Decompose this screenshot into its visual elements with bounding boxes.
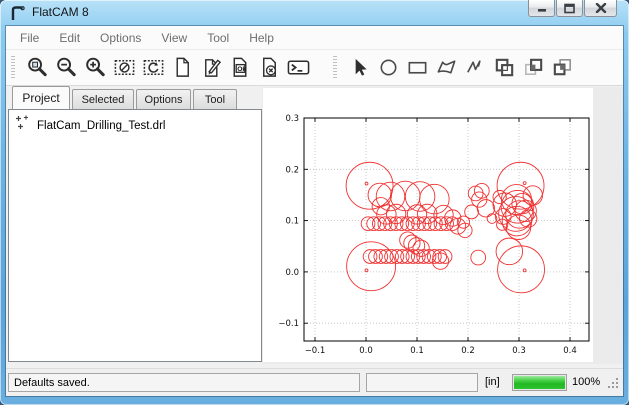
status-message-panel: Defaults saved. (8, 373, 360, 392)
zoom-fit-icon (26, 56, 49, 79)
drill-plot: −0.1 0.0 0.1 0.2 0.3 0.4 −0.1 0.0 0.1 0.2 0.3 (263, 88, 593, 362)
flatcam-logo-icon (9, 5, 27, 22)
draw-rectangle-icon (406, 56, 429, 79)
client-area: File Edit Options View Tool Help (6, 26, 623, 396)
menu-bar: File Edit Options View Tool Help (6, 26, 623, 50)
svg-text:0.0: 0.0 (359, 346, 373, 356)
polygon-union-icon (493, 56, 516, 79)
window-controls (528, 0, 617, 17)
new-geometry-button[interactable] (199, 54, 225, 82)
draw-rectangle-button[interactable] (405, 54, 431, 82)
clear-plot-button[interactable] (112, 54, 138, 82)
zoom-out-button[interactable] (54, 54, 80, 82)
zoom-in-icon (84, 56, 107, 79)
draw-polygon-button[interactable] (434, 54, 460, 82)
project-tree[interactable]: FlatCam_Drilling_Test.drl (8, 109, 262, 362)
svg-text:Ok: Ok (237, 66, 246, 73)
svg-text:−0.1: −0.1 (305, 346, 326, 356)
svg-text:0.1: 0.1 (285, 217, 299, 227)
drill-object-icon (15, 115, 31, 136)
delete-object-button[interactable] (257, 54, 283, 82)
polygon-union-button[interactable] (492, 54, 518, 82)
polygon-intersection-button[interactable] (521, 54, 547, 82)
tab-project[interactable]: Project (12, 86, 70, 109)
polygon-intersection-icon (522, 56, 545, 79)
window-title: FlatCAM 8 (32, 5, 89, 19)
svg-text:0.0: 0.0 (285, 268, 299, 278)
menu-file[interactable]: File (10, 28, 49, 48)
delete-object-icon (258, 56, 281, 79)
app-window: FlatCAM 8 File Edit Options View (0, 0, 629, 405)
progress-bar (512, 374, 567, 391)
plot-canvas[interactable]: −0.1 0.0 0.1 0.2 0.3 0.4 −0.1 0.0 0.1 0.2 0.3 (263, 88, 593, 362)
draw-path-button[interactable] (463, 54, 489, 82)
status-bar: Defaults saved. [in] 100% (6, 368, 623, 396)
svg-text:0.3: 0.3 (285, 114, 299, 124)
svg-text:0.4: 0.4 (563, 346, 577, 356)
title-bar[interactable]: FlatCAM 8 (0, 0, 629, 26)
pointer-select-button[interactable] (347, 54, 373, 82)
polygon-subtract-icon (551, 56, 574, 79)
new-project-icon (171, 56, 194, 79)
shell-button[interactable] (286, 54, 312, 82)
tab-selected[interactable]: Selected (72, 89, 134, 109)
svg-text:0.3: 0.3 (512, 346, 526, 356)
menu-options[interactable]: Options (90, 28, 151, 48)
progress-fill (514, 376, 565, 389)
svg-text:−0.1: −0.1 (278, 319, 299, 329)
zoom-fit-button[interactable] (25, 54, 51, 82)
plot-panel: −0.1 0.0 0.1 0.2 0.3 0.4 −0.1 0.0 0.1 0.2 0.3 (262, 87, 623, 364)
tree-item-label: FlatCam_Drilling_Test.drl (37, 120, 165, 132)
zoom-in-button[interactable] (83, 54, 109, 82)
units-label: [in] (485, 376, 500, 388)
toolbar: Ok (6, 50, 623, 86)
svg-text:0.1: 0.1 (410, 346, 424, 356)
tree-item-drill-object[interactable]: FlatCam_Drilling_Test.drl (9, 110, 261, 136)
minimize-button[interactable] (528, 0, 555, 17)
new-geometry-icon (200, 56, 223, 79)
progress-percent-label: 100% (572, 376, 600, 388)
svg-text:0.2: 0.2 (285, 165, 299, 175)
polygon-subtract-button[interactable] (550, 54, 576, 82)
resize-grip[interactable] (607, 377, 620, 393)
tab-tool[interactable]: Tool (193, 89, 237, 109)
status-message: Defaults saved. (14, 377, 90, 389)
close-button[interactable] (584, 0, 617, 17)
pointer-select-icon (348, 56, 371, 79)
position-panel (366, 373, 478, 392)
generate-cam-button[interactable]: Ok (228, 54, 254, 82)
replot-icon (142, 56, 165, 79)
zoom-out-icon (55, 56, 78, 79)
shell-icon (287, 56, 310, 79)
tab-bar: Project Selected Options Tool (8, 86, 268, 109)
toolbar-drag-handle[interactable] (11, 56, 15, 80)
draw-polygon-icon (435, 56, 458, 79)
clear-plot-icon (113, 56, 136, 79)
menu-view[interactable]: View (151, 28, 197, 48)
draw-circle-button[interactable] (376, 54, 402, 82)
svg-text:0.2: 0.2 (461, 346, 475, 356)
draw-circle-icon (377, 56, 400, 79)
menu-help[interactable]: Help (239, 28, 284, 48)
menu-tool[interactable]: Tool (197, 28, 239, 48)
replot-button[interactable] (141, 54, 167, 82)
new-project-button[interactable] (170, 54, 196, 82)
toolbar-drag-handle-2[interactable] (333, 56, 337, 80)
menu-edit[interactable]: Edit (49, 28, 90, 48)
generate-cam-ok-icon: Ok (229, 56, 252, 79)
tab-options[interactable]: Options (136, 89, 191, 109)
draw-path-icon (464, 56, 487, 79)
maximize-button[interactable] (556, 0, 583, 17)
